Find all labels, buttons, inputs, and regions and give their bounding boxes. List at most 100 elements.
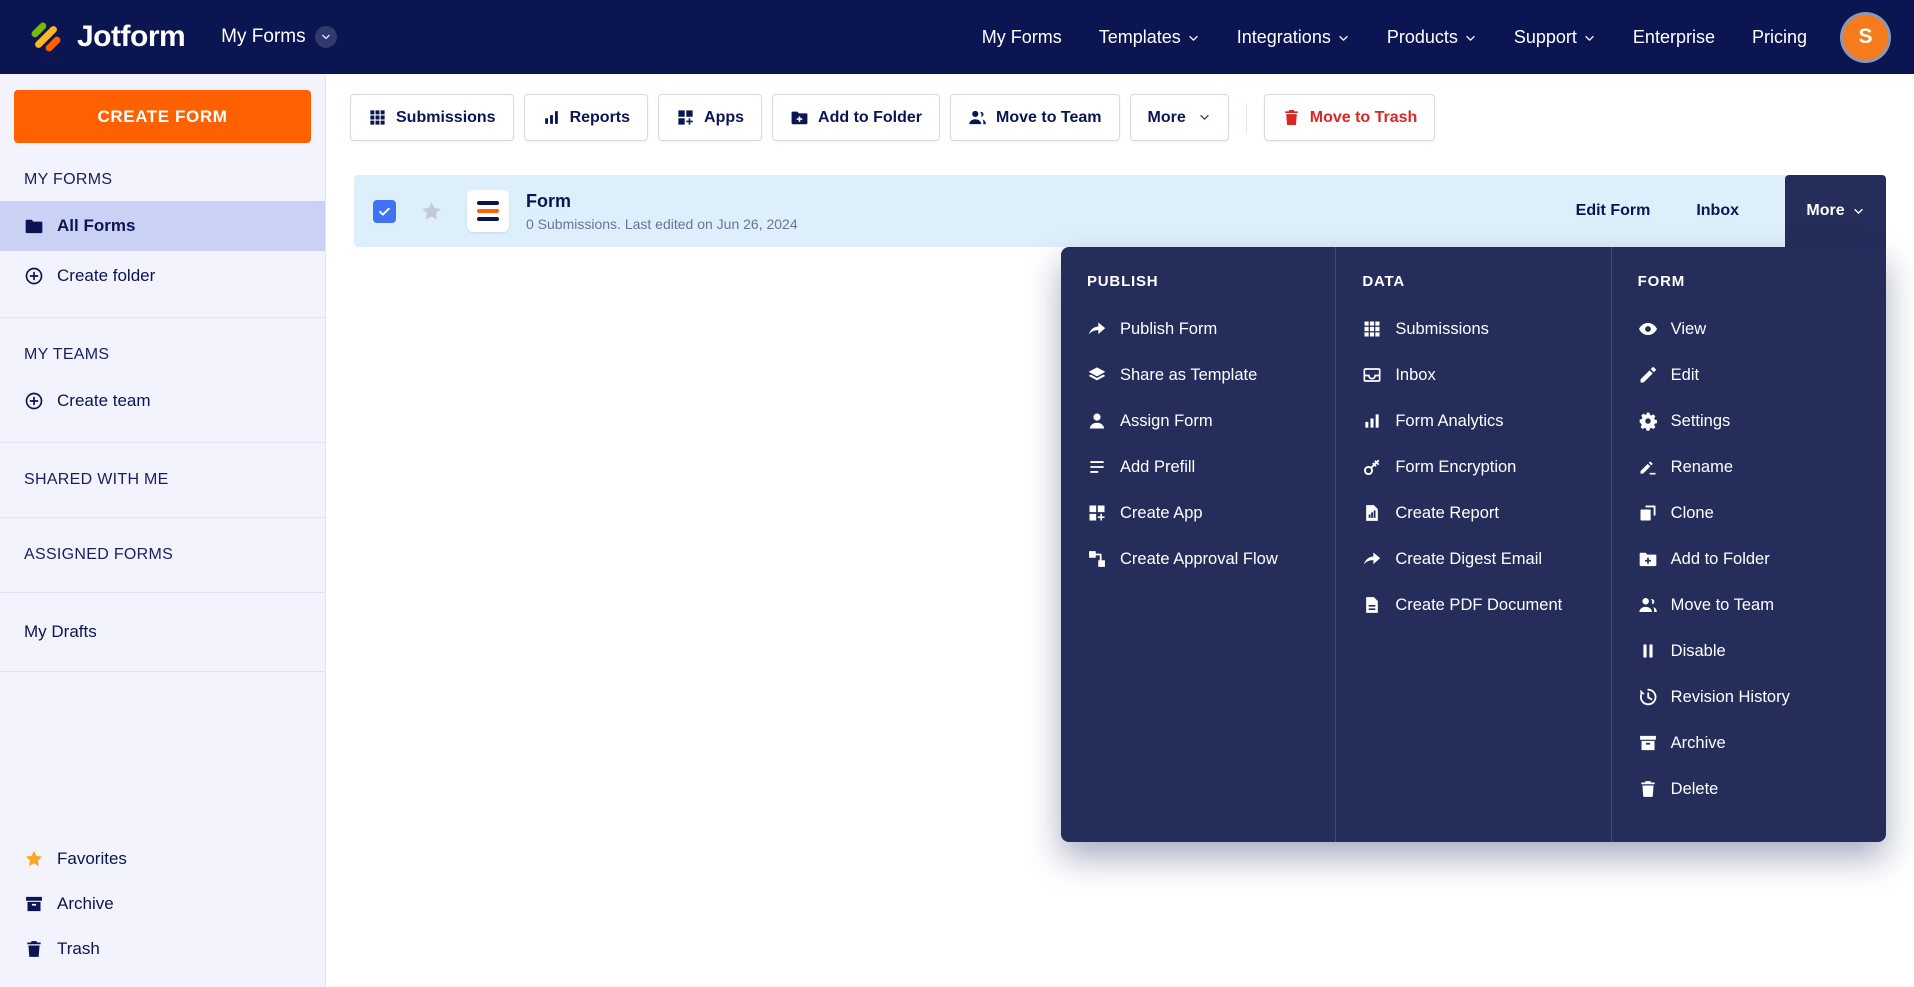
menu-item-archive[interactable]: Archive [1638,720,1860,766]
favorite-star-icon[interactable] [420,200,443,223]
edit-form-link[interactable]: Edit Form [1576,202,1651,220]
chevron-down-icon [314,26,337,48]
apps-button[interactable]: Apps [658,94,763,141]
menu-item-label: Assign Form [1120,411,1213,430]
users-icon [968,108,987,127]
chevron-down-icon [1464,32,1477,45]
send-icon [1087,319,1107,339]
workspace-switcher[interactable]: My Forms [221,26,337,48]
jotform-logo-icon [31,22,61,52]
button-label: More [1806,202,1845,219]
row-checkbox[interactable] [373,199,396,223]
assigned-forms-section-title[interactable]: ASSIGNED FORMS [0,518,325,576]
menu-item-view[interactable]: View [1638,306,1860,352]
lines-icon [1087,457,1107,477]
menu-item-label: Share as Template [1120,365,1258,384]
menu-item-create-approval-flow[interactable]: Create Approval Flow [1087,536,1309,582]
history-icon [1638,687,1658,707]
nav-link-support[interactable]: Support [1514,27,1596,48]
menu-item-create-digest-email[interactable]: Create Digest Email [1362,536,1584,582]
menu-item-settings[interactable]: Settings [1638,398,1860,444]
nav-link-enterprise[interactable]: Enterprise [1633,27,1715,48]
nav-link-my-forms[interactable]: My Forms [982,27,1062,48]
nav-link-pricing[interactable]: Pricing [1752,27,1807,48]
eye-icon [1638,319,1658,339]
create-form-button[interactable]: CREATE FORM [14,90,311,143]
user-avatar[interactable]: S [1843,14,1888,60]
menu-item-create-pdf-document[interactable]: Create PDF Document [1362,582,1584,628]
menu-item-disable[interactable]: Disable [1638,628,1860,674]
menu-item-label: Add Prefill [1120,457,1196,476]
sidebar-item-archive[interactable]: Archive [0,881,325,926]
menu-item-move-to-team[interactable]: Move to Team [1638,582,1860,628]
folder-plus-icon [1638,549,1658,569]
menu-item-rename[interactable]: Rename [1638,444,1860,490]
chevron-down-icon [1583,32,1596,45]
pencil-icon [1638,365,1658,385]
sidebar-footer: Favorites Archive Trash [0,826,325,987]
inbox-link[interactable]: Inbox [1696,202,1739,220]
row-more-button[interactable]: More [1785,175,1886,247]
menu-item-label: Create PDF Document [1395,595,1563,614]
inbox-icon [1362,365,1382,385]
row-actions: Edit Form Inbox More [1576,175,1886,247]
menu-item-form-encryption[interactable]: Form Encryption [1362,444,1584,490]
sidebar-item-trash[interactable]: Trash [0,926,325,971]
divider [0,671,325,672]
add-to-folder-button[interactable]: Add to Folder [772,94,941,141]
button-label: Move to Trash [1309,108,1418,126]
menu-item-label: Create Digest Email [1395,549,1543,568]
reports-button[interactable]: Reports [523,94,649,141]
menu-item-inbox[interactable]: Inbox [1362,352,1584,398]
menu-item-assign-form[interactable]: Assign Form [1087,398,1309,444]
sidebar-item-label: My Drafts [24,622,97,641]
sidebar-item-all-forms[interactable]: All Forms [0,201,325,251]
menu-item-add-to-folder[interactable]: Add to Folder [1638,536,1860,582]
sidebar-item-create-folder[interactable]: Create folder [0,251,325,301]
nav-link-templates[interactable]: Templates [1099,27,1200,48]
menu-item-form-analytics[interactable]: Form Analytics [1362,398,1584,444]
main-content: Submissions Reports Apps Add to Folder M… [326,74,1914,987]
move-to-trash-button[interactable]: Move to Trash [1263,94,1436,141]
jotform-logo[interactable]: Jotform [26,17,186,57]
sidebar-item-favorites[interactable]: Favorites [0,836,325,881]
menu-item-create-app[interactable]: Create App [1087,490,1309,536]
sidebar-item-create-team[interactable]: Create team [0,376,325,426]
sidebar-item-label: Create team [57,391,151,410]
menu-item-revision-history[interactable]: Revision History [1638,674,1860,720]
pause-icon [1638,641,1658,661]
users-icon [1638,595,1658,615]
menu-item-create-report[interactable]: Create Report [1362,490,1584,536]
more-toolbar-button[interactable]: More [1129,94,1229,141]
submissions-button[interactable]: Submissions [350,94,514,141]
menu-item-label: Archive [1670,733,1726,752]
menu-item-delete[interactable]: Delete [1638,766,1860,812]
nav-label: Products [1386,26,1458,47]
archive-icon [24,894,44,914]
folder-plus-icon [790,108,809,127]
sidebar-item-my-drafts[interactable]: My Drafts [0,609,325,655]
menu-item-clone[interactable]: Clone [1638,490,1860,536]
move-to-team-button[interactable]: Move to Team [950,94,1120,141]
nav-label: Integrations [1236,26,1331,47]
button-label: More [1147,108,1186,126]
gear-icon [1638,411,1658,431]
menu-item-share-as-template[interactable]: Share as Template [1087,352,1309,398]
trash-icon [24,939,44,959]
trash-icon [1282,108,1301,127]
menu-item-label: Rename [1670,457,1734,476]
menu-item-publish-form[interactable]: Publish Form [1087,306,1309,352]
chevron-down-icon [1187,32,1200,45]
menu-item-add-prefill[interactable]: Add Prefill [1087,444,1309,490]
menu-item-label: Inbox [1395,365,1436,384]
menu-item-edit[interactable]: Edit [1638,352,1860,398]
form-info: Form 0 Submissions. Last edited on Jun 2… [526,191,798,232]
menu-item-submissions[interactable]: Submissions [1362,306,1584,352]
form-title[interactable]: Form [526,191,798,212]
menu-item-label: Create Approval Flow [1120,549,1278,568]
nav-label: Templates [1098,26,1181,47]
nav-link-integrations[interactable]: Integrations [1237,27,1350,48]
nav-link-products[interactable]: Products [1387,27,1477,48]
shared-with-me-section-title[interactable]: SHARED WITH ME [0,443,325,501]
menu-item-label: Form Analytics [1395,411,1504,430]
